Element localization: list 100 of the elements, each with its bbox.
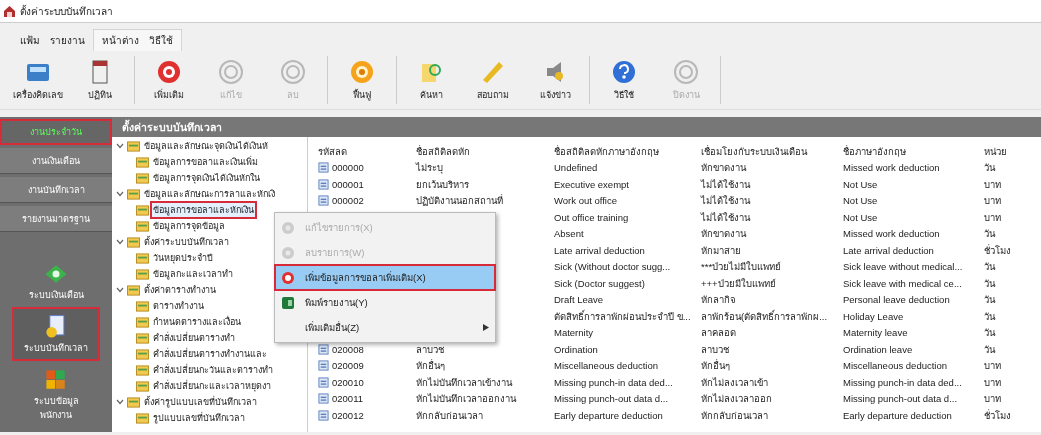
table-cell-text: Sick leave without medical...: [843, 260, 964, 275]
tree-item[interactable]: รูปแบบเลขที่บันทึกเวลา: [152, 411, 246, 425]
tree-item[interactable]: ข้อมูลการขอลาและเงินเพิ่ม: [152, 155, 259, 169]
table-cell-text: Late arrival deduction: [554, 243, 646, 258]
table-cell-text: Ordination leave: [843, 342, 914, 357]
tree-item[interactable]: ข้อมูลและลักษณะการลาและหักเงิ: [143, 187, 276, 201]
table-cell-text: ลาบวช: [416, 342, 445, 357]
menu-item[interactable]: หน้าต่าง: [102, 33, 139, 48]
tree-item[interactable]: ข้อมูลการจุดข้อมูล: [152, 219, 226, 233]
table-cell-text: บาท: [984, 375, 1002, 390]
tree-item[interactable]: ข้อมูลกะและเวลาทำ: [152, 267, 234, 281]
table-cell-text: บาท: [984, 177, 1002, 192]
column-header: หน่วย: [984, 144, 1008, 159]
table-cell: 020010: [332, 376, 364, 388]
window-title: ตั้งค่าระบบบันทึกเวลา: [20, 3, 113, 19]
table-cell-text: Missed work deduction: [843, 161, 941, 176]
module-button[interactable]: ระบบบันทึกเวลา: [14, 309, 98, 359]
table-cell-text: Missing punch-out data d...: [843, 392, 959, 407]
sidebar-button[interactable]: งานเงินเดือน: [0, 148, 112, 174]
table-cell-text: Not Use: [843, 210, 879, 225]
menu-item[interactable]: เพิ่มข้อมูลการขอลาเพิ่มเติม(X): [275, 265, 495, 290]
toolbar-button[interactable]: เพิ่มเติม: [139, 56, 199, 104]
table-cell-text: Out office training: [554, 210, 630, 225]
table-cell-text: Sick (Doctor suggest): [554, 276, 646, 291]
table-cell-text: วัน: [984, 276, 997, 291]
table-cell-text: หักไม่ลงเวลาออก: [701, 392, 773, 407]
table-cell-text: Not Use: [843, 177, 879, 192]
table-cell-text: Holiday Leave: [843, 309, 905, 324]
table-cell-text: ตัดสิทธิ์การลาพักผ่อนประจำปี ข...: [554, 308, 692, 324]
column-header: เชื่อมโยงกับระบบเงินเดือน: [701, 144, 809, 159]
table-cell-text: Not Use: [843, 194, 879, 209]
column-header: ชื่อภาษาอังกฤษ: [843, 144, 907, 159]
table-cell-text: Sick leave with medical ce...: [843, 276, 963, 291]
table-cell-text: วัน: [984, 326, 997, 341]
tree-item[interactable]: ตั้งค่าตารางทำงาน: [143, 283, 217, 297]
panel-title: ตั้งค่าระบบบันทึกเวลา: [112, 117, 1041, 137]
table-cell-text: หักไม่ลงเวลาเข้า: [701, 375, 769, 390]
table-cell-text: วัน: [984, 309, 997, 324]
table-cell-text: Executive exempt: [554, 177, 630, 192]
toolbar-button[interactable]: ฟื้นฟู: [332, 56, 392, 104]
table-cell: 020012: [332, 409, 364, 421]
table-cell-text: วัน: [984, 227, 997, 242]
table-cell-text: บาท: [984, 194, 1002, 209]
table-cell-text: วัน: [984, 342, 997, 357]
table-cell-text: +++ป่วยมีใบแพทย์: [701, 276, 777, 291]
tree-item[interactable]: คำสั่งเปลี่ยนกะและเวลาหยุดงา: [152, 379, 272, 393]
column-header: ชื่อสถิติลดหัก: [416, 144, 471, 159]
table-cell-text: Missing punch-in data ded...: [554, 375, 674, 390]
table-cell-text: Ordination: [554, 342, 599, 357]
table-cell-text: หักอื่นๆ: [416, 358, 446, 374]
tree-item[interactable]: คำสั่งเปลี่ยนตารางทำงานและ: [152, 347, 268, 361]
table-cell: 020009: [332, 360, 364, 372]
toolbar-button[interactable]: วิธีใช้: [594, 56, 654, 104]
toolbar-button[interactable]: ค้นหา: [401, 56, 461, 104]
table-cell-text: หักกลับก่อนเวลา: [701, 408, 769, 423]
table-cell-text: Maternity leave: [843, 326, 909, 341]
menu-item[interactable]: พิมพ์รายงาน(Y): [275, 290, 495, 315]
toolbar-button[interactable]: เครื่องคิดเลข: [8, 56, 68, 104]
toolbar-button[interactable]: แจ้งข่าว: [525, 56, 585, 104]
sidebar-button[interactable]: รายงานมาตรฐาน: [0, 206, 112, 232]
table-cell-text: Missed work deduction: [843, 227, 941, 242]
tree-item[interactable]: ข้อมูลการจุดเงินได้เงินหักใน: [152, 171, 261, 185]
menu-item[interactable]: เพิ่มเติมอื่น(Z): [275, 315, 495, 340]
table-cell: 000000: [332, 162, 364, 174]
table-cell-text: ชั่วโมง: [984, 243, 1012, 258]
tree-item[interactable]: วันหยุดประจำปี: [152, 251, 214, 265]
table-cell-text: บาท: [984, 210, 1002, 225]
toolbar-button[interactable]: ปฏิทิน: [70, 56, 130, 104]
table-cell-text: หักลากิจ: [701, 293, 737, 308]
sidebar-button[interactable]: งานบันทึกเวลา: [0, 177, 112, 203]
table-cell-text: หักมาสาย: [701, 243, 742, 258]
menu-item[interactable]: วิธีใช้: [149, 33, 173, 48]
table-cell-text: ไม่ได้ใช้งาน: [701, 210, 752, 225]
table-cell-text: หักไม่บันทึกเวลาออกงาน: [416, 392, 518, 407]
tree-item[interactable]: คำสั่งเปลี่ยนกะวันและตารางทำ: [152, 363, 274, 377]
table-cell-text: Sick (Without doctor sugg...: [554, 260, 672, 275]
table-cell-text: Maternity: [554, 326, 595, 341]
table-cell-text: Late arrival deduction: [843, 243, 935, 258]
tree-item[interactable]: ตั้งค่ารูปแบบเลขที่บันทึกเวลา: [143, 395, 258, 409]
table-cell-text: ลาคลอด: [701, 326, 737, 341]
table-cell-text: วัน: [984, 293, 997, 308]
tree-item[interactable]: ข้อมูลและลักษณะจุดเงินได้เงินหั: [143, 139, 269, 153]
menu-item[interactable]: รายงาน: [50, 32, 85, 48]
table-cell-text: Work out office: [554, 194, 618, 209]
table-cell-text: ปฏิบัติงานนอกสถานที่: [416, 193, 504, 209]
table-cell-text: Miscellaneous deduction: [554, 359, 660, 374]
column-header: รหัสลด: [318, 144, 348, 159]
table-cell: 020008: [332, 343, 364, 355]
tree-item[interactable]: ตั้งค่าระบบบันทึกเวลา: [143, 235, 230, 249]
menu-item[interactable]: แฟ้ม: [20, 32, 40, 48]
tree-item[interactable]: คำสั่งเปลี่ยนตารางทำ: [152, 331, 236, 345]
table-cell-text: วัน: [984, 260, 997, 275]
tree-item[interactable]: กำหนดตารางและเงื่อน: [152, 315, 242, 329]
table-cell-text: หักขาดงาน: [701, 161, 748, 176]
tree-item[interactable]: ตารางทำงาน: [152, 299, 205, 313]
table-cell-text: หักอื่นๆ: [701, 358, 731, 374]
toolbar-button[interactable]: สอบถาม: [463, 56, 523, 104]
table-cell-text: ไม่ได้ใช้งาน: [701, 177, 752, 192]
tree-item[interactable]: ข้อมูลการขอลาและหักเงิน: [152, 203, 255, 217]
sidebar-button[interactable]: งานประจำวัน: [0, 119, 112, 145]
